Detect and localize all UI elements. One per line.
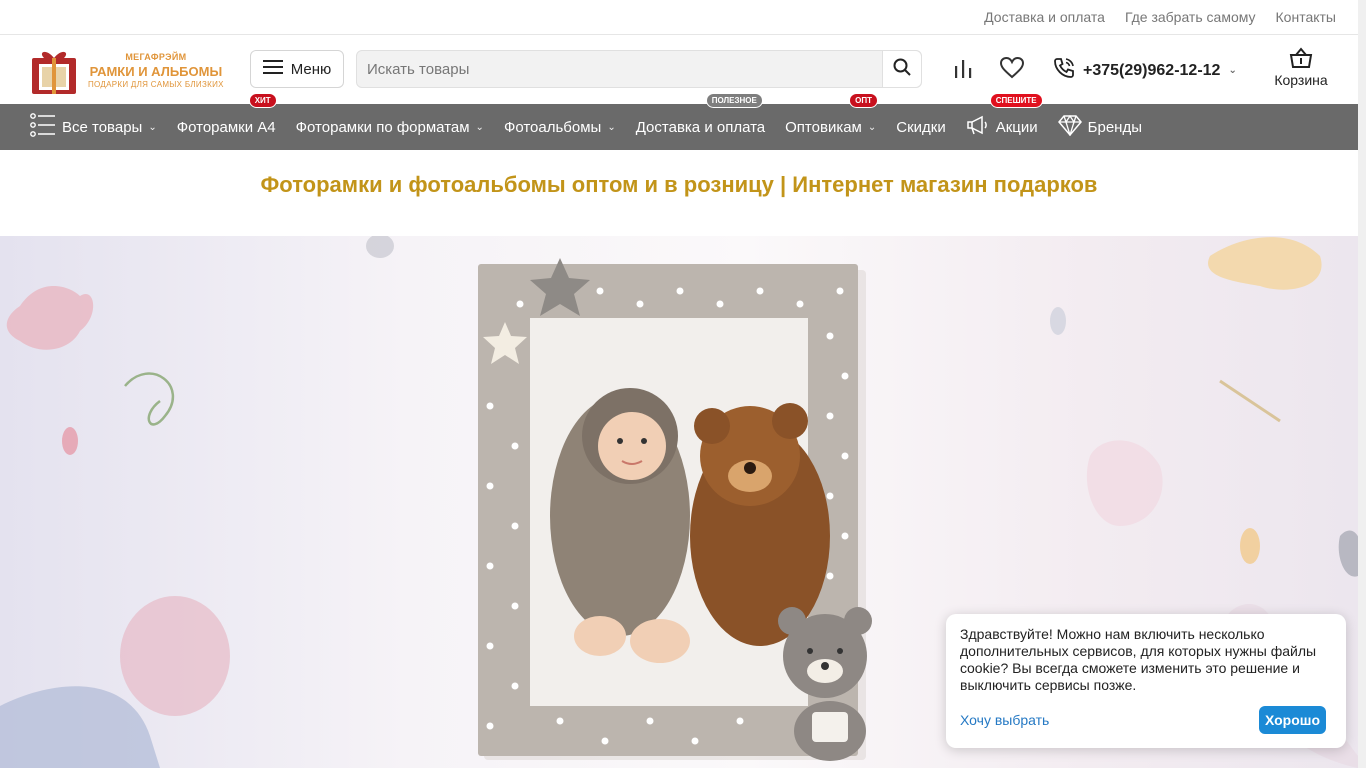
menu-button[interactable]: Меню — [250, 50, 344, 88]
top-utility-bar: Доставка и оплата Где забрать самому Кон… — [0, 0, 1366, 35]
nav-label: Акции — [995, 118, 1038, 136]
megaphone-icon — [966, 115, 990, 139]
nav-delivery-payment[interactable]: ПОЛЕЗНОЕ Доставка и оплата — [635, 93, 766, 150]
basket-icon — [1272, 47, 1330, 72]
nav-label: Скидки — [896, 118, 946, 136]
page-title: Фоторамки и фотоальбомы оптом и в розниц… — [260, 172, 1098, 197]
compare-button[interactable] — [950, 57, 976, 83]
chevron-down-icon: ⌄ — [607, 121, 616, 133]
topbar-link-pickup[interactable]: Где забрать самому — [1125, 9, 1256, 25]
nav-all-products[interactable]: Все товары ⌄ — [30, 104, 157, 150]
nav-label: Доставка и оплата — [635, 118, 766, 136]
chevron-down-icon: ⌄ — [867, 121, 877, 133]
nav-label: Все товары — [62, 118, 143, 136]
heart-icon — [999, 56, 1025, 84]
nav-frames-by-format[interactable]: Фоторамки по форматам ⌄ — [296, 104, 484, 150]
nav-photo-albums[interactable]: Фотоальбомы ⌄ — [504, 104, 616, 150]
cart-label: Корзина — [1274, 72, 1328, 88]
nav-promotions[interactable]: СПЕШИТЕ Акции — [966, 93, 1043, 150]
search-icon — [893, 58, 911, 81]
cookie-consent-dialog: Здравствуйте! Можно нам включить несколь… — [946, 614, 1346, 748]
header: МЕГАФРЭЙМ РАМКИ И АЛЬБОМЫ ПОДАРКИ ДЛЯ СА… — [0, 35, 1366, 105]
topbar-link-delivery[interactable]: Доставка и оплата — [984, 9, 1105, 25]
diamond-icon — [1057, 114, 1082, 140]
nav-label: Фотоальбомы — [503, 118, 602, 136]
logo-title: РАМКИ И АЛЬБОМЫ — [89, 63, 223, 79]
nav-label: Бренды — [1087, 118, 1143, 136]
phone-contact[interactable]: +375(29)962-12-12 ⌄ — [1053, 57, 1237, 84]
search-bar — [356, 50, 922, 88]
topbar-link-contacts[interactable]: Контакты — [1276, 9, 1336, 25]
main-navigation: Все товары ⌄ ХИТ Фоторамки А4 Фоторамки … — [0, 93, 1358, 150]
nav-label: Фоторамки А4 — [176, 118, 276, 136]
cart-button[interactable]: Корзина — [1272, 47, 1330, 88]
useful-badge: ПОЛЕЗНОЕ — [705, 93, 763, 108]
cookie-message: Здравствуйте! Можно нам включить несколь… — [960, 626, 1317, 693]
nav-label: Оптовикам — [785, 118, 862, 136]
logo-brand: МЕГАФРЭЙМ — [125, 52, 187, 63]
site-logo[interactable]: МЕГАФРЭЙМ РАМКИ И АЛЬБОМЫ ПОДАРКИ ДЛЯ СА… — [30, 43, 230, 99]
hamburger-icon — [262, 60, 283, 78]
search-button[interactable] — [882, 51, 921, 87]
nav-label: Фоторамки по форматам — [295, 118, 470, 136]
search-input[interactable] — [357, 51, 877, 87]
cookie-choose-link[interactable]: Хочу выбрать — [960, 712, 1049, 728]
gift-frame-logo-icon — [30, 46, 78, 96]
chevron-down-icon: ⌄ — [148, 121, 157, 133]
hurry-badge: СПЕШИТЕ — [989, 93, 1043, 108]
bar-chart-icon — [953, 58, 973, 83]
nav-wholesale[interactable]: ОПТ Оптовикам ⌄ — [785, 93, 878, 150]
menu-button-label: Меню — [290, 60, 332, 78]
logo-tagline: ПОДАРКИ ДЛЯ САМЫХ БЛИЗКИХ — [88, 79, 224, 89]
phone-number: +375(29)962-12-12 — [1083, 61, 1221, 79]
cookie-accept-button[interactable]: Хорошо — [1258, 706, 1326, 734]
page-scrollbar[interactable] — [1358, 0, 1366, 768]
wholesale-badge: ОПТ — [849, 93, 878, 108]
chevron-down-icon: ⌄ — [1228, 65, 1237, 76]
list-icon — [30, 113, 56, 141]
nav-discounts[interactable]: Скидки — [896, 104, 945, 150]
nav-brands[interactable]: Бренды — [1057, 104, 1143, 150]
favorites-button[interactable] — [999, 56, 1025, 84]
hit-badge: ХИТ — [248, 93, 277, 108]
chevron-down-icon: ⌄ — [475, 121, 484, 133]
phone-icon — [1053, 57, 1075, 84]
nav-frames-a4[interactable]: ХИТ Фоторамки А4 — [176, 93, 277, 150]
